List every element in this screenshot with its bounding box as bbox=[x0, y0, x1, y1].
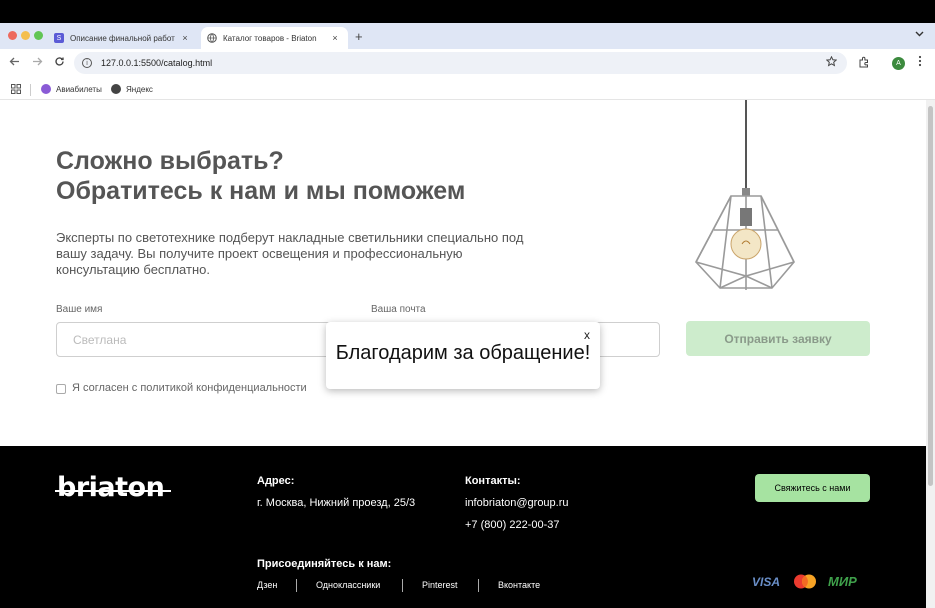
bookmark-label: Яндекс bbox=[126, 84, 153, 94]
reload-icon[interactable] bbox=[54, 56, 65, 70]
apps-grid-icon[interactable] bbox=[11, 84, 21, 94]
bookmark-yandex[interactable]: Яндекс bbox=[111, 84, 153, 94]
mastercard-icon bbox=[793, 574, 817, 594]
email-label: Ваша почта bbox=[371, 304, 426, 315]
window-close-icon[interactable] bbox=[8, 31, 17, 40]
social-divider bbox=[478, 579, 479, 592]
scrollbar-thumb[interactable] bbox=[928, 106, 933, 486]
email-link[interactable]: infobriaton@group.ru bbox=[465, 497, 569, 509]
logo-underline bbox=[55, 490, 171, 492]
window-minimize-icon[interactable] bbox=[21, 31, 30, 40]
footer bbox=[0, 446, 926, 608]
briaton-logo[interactable]: briaton bbox=[57, 472, 165, 503]
url-text: 127.0.0.1:5500/catalog.html bbox=[101, 58, 213, 68]
heading-line-1: Сложно выбрать? bbox=[56, 147, 284, 175]
name-label: Ваше имя bbox=[56, 304, 103, 315]
menu-icon[interactable] bbox=[918, 55, 922, 70]
name-placeholder: Светлана bbox=[73, 332, 127, 347]
tab-close-icon[interactable]: × bbox=[178, 33, 192, 43]
scrollbar[interactable] bbox=[926, 100, 935, 608]
page-description: Эксперты по светотехнике подберут наклад… bbox=[56, 230, 524, 277]
join-title: Присоединяйтесь к нам: bbox=[257, 558, 392, 570]
heading-line-2: Обратитесь к нам и мы поможем bbox=[56, 177, 466, 205]
social-link-odnoklassniki[interactable]: Одноклассники bbox=[316, 580, 380, 590]
page-heading: Сложно выбрать? Обратитесь к нам и мы по… bbox=[56, 146, 465, 206]
contacts-title: Контакты: bbox=[465, 475, 521, 487]
mir-icon: МИР bbox=[828, 574, 857, 589]
new-tab-icon[interactable]: + bbox=[355, 29, 363, 44]
address-text: г. Москва, Нижний проезд, 25/3 bbox=[257, 497, 416, 509]
back-icon[interactable] bbox=[9, 56, 20, 70]
tab-title: Каталог товаров - Briaton bbox=[223, 33, 317, 43]
social-link-dzen[interactable]: Дзен bbox=[257, 580, 277, 590]
social-link-vkontakte[interactable]: Вконтакте bbox=[498, 580, 540, 590]
profile-avatar[interactable]: A bbox=[892, 57, 905, 70]
extensions-icon[interactable] bbox=[858, 56, 870, 71]
social-divider bbox=[402, 579, 403, 592]
address-bar[interactable]: i 127.0.0.1:5500/catalog.html bbox=[74, 52, 847, 74]
tab-title: Описание финальной работ bbox=[70, 33, 175, 43]
modal-message: Благодарим за обращение! bbox=[335, 342, 591, 364]
address-title: Адрес: bbox=[257, 475, 295, 487]
bookmark-label: Авиабилеты bbox=[56, 84, 102, 94]
contact-us-button[interactable]: Свяжитесь с нами bbox=[755, 474, 870, 502]
bookmark-aviabilety[interactable]: Авиабилеты bbox=[41, 84, 102, 94]
tab-close-icon[interactable]: × bbox=[328, 33, 342, 43]
social-divider bbox=[296, 579, 297, 592]
submit-button[interactable]: Отправить заявку bbox=[686, 321, 870, 356]
bookmark-star-icon[interactable] bbox=[825, 55, 838, 70]
pendant-lamp-image bbox=[676, 100, 816, 305]
tab-final-work[interactable]: S Описание финальной работ × bbox=[48, 27, 198, 49]
name-input[interactable]: Светлана bbox=[56, 322, 356, 357]
window-maximize-icon[interactable] bbox=[34, 31, 43, 40]
os-top-bar bbox=[0, 0, 935, 23]
visa-icon: VISA bbox=[752, 575, 781, 589]
forward-icon[interactable] bbox=[32, 56, 43, 70]
yandex-icon bbox=[111, 84, 121, 94]
thank-you-modal: x Благодарим за обращение! bbox=[326, 322, 600, 389]
consent-checkbox[interactable] bbox=[56, 384, 66, 394]
bookmarks-divider bbox=[30, 84, 31, 96]
consent-label: Я согласен с политикой конфиденциальност… bbox=[72, 382, 307, 394]
tab-search-icon[interactable] bbox=[915, 29, 924, 40]
tab-catalog[interactable]: Каталог товаров - Briaton × bbox=[201, 27, 348, 49]
modal-close-button[interactable]: x bbox=[584, 328, 590, 342]
aviabilety-icon bbox=[41, 84, 51, 94]
phone-link[interactable]: +7 (800) 222-00-37 bbox=[465, 519, 559, 531]
globe-icon bbox=[207, 33, 217, 43]
site-info-icon[interactable]: i bbox=[82, 58, 92, 68]
social-link-pinterest[interactable]: Pinterest bbox=[422, 580, 458, 590]
tab-favicon-icon: S bbox=[54, 33, 64, 43]
